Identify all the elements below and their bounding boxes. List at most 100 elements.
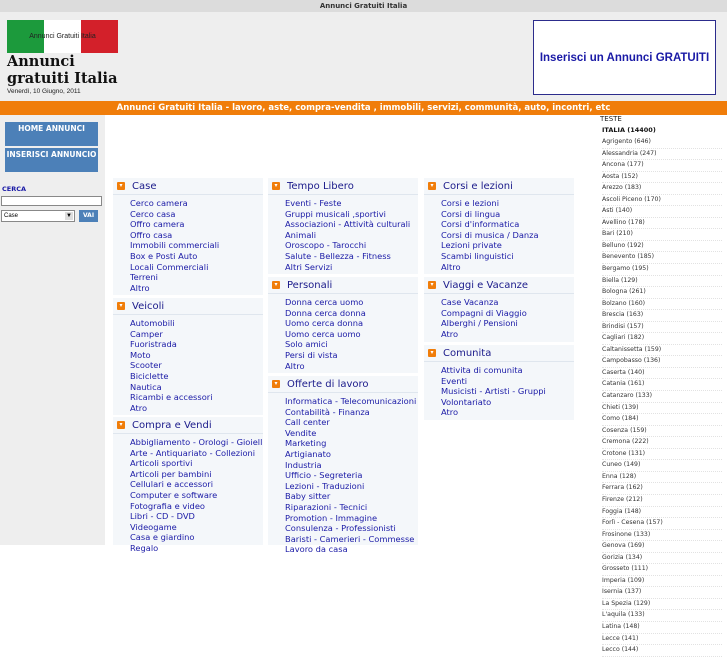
category-link[interactable]: Locali Commerciali xyxy=(130,262,263,273)
category-link[interactable]: Case Vacanza xyxy=(441,297,574,308)
category-link[interactable]: Altri Servizi xyxy=(285,262,418,273)
category-link[interactable]: Uomo cerca uomo xyxy=(285,329,418,340)
category-link[interactable]: Eventi - Feste xyxy=(285,198,418,209)
search-go-button[interactable]: VAI xyxy=(79,210,98,222)
category-title[interactable]: Personali xyxy=(287,280,332,291)
category-link[interactable]: Articoli sportivi xyxy=(130,458,263,469)
category-link[interactable]: Biciclette xyxy=(130,371,263,382)
city-link[interactable]: Ascoli Piceno (170) xyxy=(602,195,722,207)
category-link[interactable]: Donna cerca uomo xyxy=(285,297,418,308)
city-link[interactable]: Genova (169) xyxy=(602,541,722,553)
category-link[interactable]: Altro xyxy=(285,361,418,372)
city-link[interactable]: Crotone (131) xyxy=(602,449,722,461)
city-link[interactable]: Chieti (139) xyxy=(602,403,722,415)
category-link[interactable]: Riparazioni - Tecnici xyxy=(285,502,418,513)
category-title[interactable]: Case xyxy=(132,181,156,192)
category-link[interactable]: Associazioni - Attività culturali xyxy=(285,219,418,230)
city-link[interactable]: Alessandria (247) xyxy=(602,149,722,161)
city-link[interactable]: Como (184) xyxy=(602,414,722,426)
category-link[interactable]: Industria xyxy=(285,460,418,471)
category-link[interactable]: Solo amici xyxy=(285,339,418,350)
category-link[interactable]: Informatica - Telecomunicazioni xyxy=(285,396,418,407)
city-link[interactable]: Cagliari (182) xyxy=(602,333,722,345)
italian-flag-logo[interactable]: Annunci Gratuiti Italia xyxy=(7,20,118,53)
category-link[interactable]: Box e Posti Auto xyxy=(130,251,263,262)
city-link[interactable]: Catania (161) xyxy=(602,379,722,392)
category-link[interactable]: Articoli per bambini xyxy=(130,469,263,480)
city-link[interactable]: Lecce (141) xyxy=(602,634,722,646)
category-link[interactable]: Baby sitter xyxy=(285,491,418,502)
category-link[interactable]: Scambi linguistici xyxy=(441,251,574,262)
category-link[interactable]: Gruppi musicali ,sportivi xyxy=(285,209,418,220)
city-link[interactable]: Caserta (140) xyxy=(602,368,722,380)
category-link[interactable]: Call center xyxy=(285,417,418,428)
category-link[interactable]: Uomo cerca donna xyxy=(285,318,418,329)
category-link[interactable]: Contabilità - Finanza xyxy=(285,407,418,418)
city-link[interactable]: Latina (148) xyxy=(602,622,722,634)
category-link[interactable]: Cerco casa xyxy=(130,209,263,220)
category-link[interactable]: Corsi di musica / Danza xyxy=(441,230,574,241)
home-button[interactable]: HOME ANNUNCI xyxy=(5,122,98,146)
category-select[interactable]: Case ▼ xyxy=(1,210,75,222)
city-link[interactable]: Frosinone (133) xyxy=(602,530,722,542)
category-link[interactable]: Moto xyxy=(130,350,263,361)
category-link[interactable]: Consulenza - Professionisti xyxy=(285,523,418,534)
category-link[interactable]: Volontariato xyxy=(441,397,574,408)
city-link[interactable]: Belluno (192) xyxy=(602,241,722,253)
city-link[interactable]: Ferrara (162) xyxy=(602,483,722,495)
city-link[interactable]: La Spezia (129) xyxy=(602,599,722,611)
category-link[interactable]: Corsi e lezioni xyxy=(441,198,574,209)
city-link[interactable]: Cosenza (159) xyxy=(602,426,722,438)
category-title[interactable]: Offerte di lavoro xyxy=(287,379,369,390)
city-link[interactable]: Catanzaro (133) xyxy=(602,391,722,403)
category-link[interactable]: Persi di vista xyxy=(285,350,418,361)
category-link[interactable]: Computer e software xyxy=(130,490,263,501)
category-link[interactable]: Altro xyxy=(130,283,263,294)
category-title[interactable]: Corsi e lezioni xyxy=(443,181,513,192)
category-link[interactable]: Cerco camera xyxy=(130,198,263,209)
category-link[interactable]: Musicisti - Artisti - Gruppi xyxy=(441,386,574,397)
city-link[interactable]: Forlì - Cesena (157) xyxy=(602,518,722,530)
city-link[interactable]: Isernia (137) xyxy=(602,587,722,599)
category-link[interactable]: Camper xyxy=(130,329,263,340)
city-link[interactable]: Bari (210) xyxy=(602,229,722,241)
category-link[interactable]: Abbigliamento - Orologi - Gioielli xyxy=(130,437,263,448)
city-link[interactable]: Lecco (144) xyxy=(602,645,722,657)
category-link[interactable]: Arte - Antiquariato - Collezioni xyxy=(130,448,263,459)
city-link[interactable]: Cuneo (149) xyxy=(602,460,722,472)
city-link[interactable]: Agrigento (646) xyxy=(602,137,722,149)
category-link[interactable]: Baristi - Camerieri - Commesse xyxy=(285,534,418,545)
city-link[interactable]: Benevento (185) xyxy=(602,252,722,265)
category-link[interactable]: Casa e giardino xyxy=(130,532,263,543)
category-link[interactable]: Marketing xyxy=(285,438,418,449)
category-link[interactable]: Attivita di comunita xyxy=(441,365,574,376)
city-link[interactable]: Gorizia (134) xyxy=(602,553,722,565)
category-link[interactable]: Lezioni private xyxy=(441,240,574,251)
category-link[interactable]: Scooter xyxy=(130,360,263,371)
category-link[interactable]: Oroscopo - Tarocchi xyxy=(285,240,418,251)
category-link[interactable]: Alberghi / Pensioni xyxy=(441,318,574,329)
city-link[interactable]: Aosta (152) xyxy=(602,172,722,184)
category-link[interactable]: Corsi d'informatica xyxy=(441,219,574,230)
city-link[interactable]: Asti (140) xyxy=(602,206,722,218)
city-link[interactable]: Brescia (163) xyxy=(602,310,722,322)
category-link[interactable]: Atro xyxy=(441,407,574,418)
category-link[interactable]: Vendite xyxy=(285,428,418,439)
category-link[interactable]: Ricambi e accessori xyxy=(130,392,263,403)
city-link[interactable]: Ancona (177) xyxy=(602,160,722,172)
category-link[interactable]: Corsi di lingua xyxy=(441,209,574,220)
city-link[interactable]: Bologna (261) xyxy=(602,287,722,299)
category-link[interactable]: Offro casa xyxy=(130,230,263,241)
category-link[interactable]: Offro camera xyxy=(130,219,263,230)
category-link[interactable]: Atro xyxy=(130,403,263,414)
category-link[interactable]: Animali xyxy=(285,230,418,241)
city-link[interactable]: Caltanissetta (159) xyxy=(602,345,722,357)
category-link[interactable]: Lavoro da casa xyxy=(285,544,418,555)
insert-ad-button[interactable]: INSERISCI ANNUNCIO xyxy=(5,148,98,172)
insert-ad-banner[interactable]: Inserisci un Annunci GRATUITI xyxy=(533,20,716,95)
city-link[interactable]: Imperia (109) xyxy=(602,576,722,588)
category-link[interactable]: Fotografia e video xyxy=(130,501,263,512)
category-link[interactable]: Promotion - Immagine xyxy=(285,513,418,524)
category-link[interactable]: Automobili xyxy=(130,318,263,329)
category-link[interactable]: Immobili commerciali xyxy=(130,240,263,251)
